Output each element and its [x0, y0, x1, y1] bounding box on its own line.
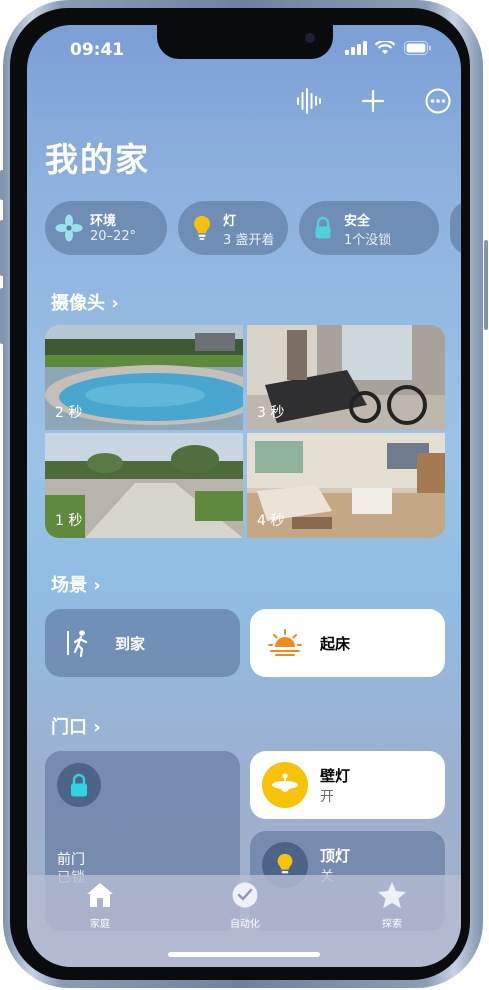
- action-button: [0, 170, 4, 200]
- camera-time-label: 3 秒: [257, 405, 285, 421]
- star-icon: [378, 882, 406, 908]
- chevron-right-icon: ›: [93, 717, 101, 738]
- chip-climate[interactable]: 环境 20–22°: [45, 201, 167, 255]
- chevron-right-icon: ›: [93, 575, 101, 596]
- accessory-name: 前门: [57, 852, 85, 868]
- chip-lights[interactable]: 灯 3 盏开着: [178, 201, 288, 255]
- ceiling-fan-light-icon: [262, 762, 308, 808]
- section-scenes-header[interactable]: 场景 ›: [51, 571, 101, 597]
- cellular-signal-icon: [345, 41, 367, 55]
- chip-more[interactable]: [450, 201, 461, 255]
- section-doorway-header[interactable]: 门口 ›: [51, 713, 101, 739]
- tab-label: 探索: [382, 919, 402, 930]
- waveform-icon[interactable]: [294, 87, 322, 115]
- camera-time-label: 1 秒: [55, 513, 83, 529]
- accessory-wall-light[interactable]: 壁灯 开: [250, 751, 445, 819]
- tab-home[interactable]: 家庭: [70, 881, 130, 930]
- chip-subtitle: 3 盏开着: [223, 233, 275, 248]
- accessory-name: 顶灯: [320, 847, 351, 865]
- scene-arrive-home[interactable]: 到家: [45, 609, 240, 677]
- tab-label: 自动化: [230, 919, 260, 930]
- tab-discover[interactable]: 探索: [362, 881, 422, 930]
- wifi-icon: [375, 41, 395, 54]
- section-title: 摄像头: [51, 293, 105, 314]
- chip-title: 环境: [90, 214, 117, 229]
- volume-up-button: [0, 220, 4, 276]
- camera-grid: 2 秒 3 秒 1 秒 4 秒: [45, 325, 445, 538]
- tab-automation[interactable]: 自动化: [215, 881, 275, 930]
- fan-icon: [55, 214, 83, 242]
- clock-icon: [232, 882, 258, 908]
- home-app-screen: 09:41 我的家 环境 20–22° 灯 3 盏开着 安全 1个没锁 摄像头 …: [27, 25, 461, 967]
- volume-down-button: [0, 288, 4, 344]
- chip-title: 灯: [223, 214, 237, 229]
- battery-icon: [404, 41, 431, 55]
- chip-subtitle: 20–22°: [90, 229, 137, 244]
- tab-label: 家庭: [90, 919, 110, 930]
- section-cameras-header[interactable]: 摄像头 ›: [51, 289, 119, 315]
- camera-tile-gym[interactable]: 3 秒: [247, 325, 445, 430]
- house-icon: [87, 883, 113, 907]
- chip-subtitle: 1个没锁: [344, 233, 392, 248]
- accessory-name: 壁灯: [320, 767, 351, 785]
- page-title: 我的家: [45, 140, 150, 179]
- chip-security[interactable]: 安全 1个没锁: [299, 201, 439, 255]
- scene-label: 起床: [320, 635, 351, 653]
- front-camera: [305, 33, 315, 43]
- home-indicator[interactable]: [168, 952, 320, 957]
- scene-label: 到家: [115, 635, 146, 653]
- ellipsis-circle-icon[interactable]: [424, 87, 452, 115]
- walking-person-icon: [67, 630, 88, 658]
- camera-tile-pool[interactable]: 2 秒: [45, 325, 243, 430]
- status-time: 09:41: [70, 40, 125, 60]
- side-button: [484, 240, 488, 330]
- bulb-icon: [194, 216, 210, 240]
- lock-icon-badge: [57, 763, 101, 807]
- sunrise-icon: [268, 629, 302, 656]
- section-title: 门口: [51, 717, 87, 738]
- camera-tile-living-room[interactable]: 4 秒: [247, 433, 445, 538]
- plus-icon[interactable]: [359, 87, 387, 115]
- lock-icon: [71, 773, 87, 797]
- notch: [157, 25, 333, 59]
- lock-icon: [315, 216, 331, 239]
- camera-tile-driveway[interactable]: 1 秒: [45, 433, 243, 538]
- camera-time-label: 4 秒: [257, 513, 285, 529]
- section-title: 场景: [51, 575, 87, 596]
- chevron-right-icon: ›: [111, 293, 119, 314]
- chip-title: 安全: [344, 214, 371, 229]
- scene-wake-up[interactable]: 起床: [250, 609, 445, 677]
- camera-time-label: 2 秒: [55, 405, 83, 421]
- accessory-status: 开: [320, 789, 334, 805]
